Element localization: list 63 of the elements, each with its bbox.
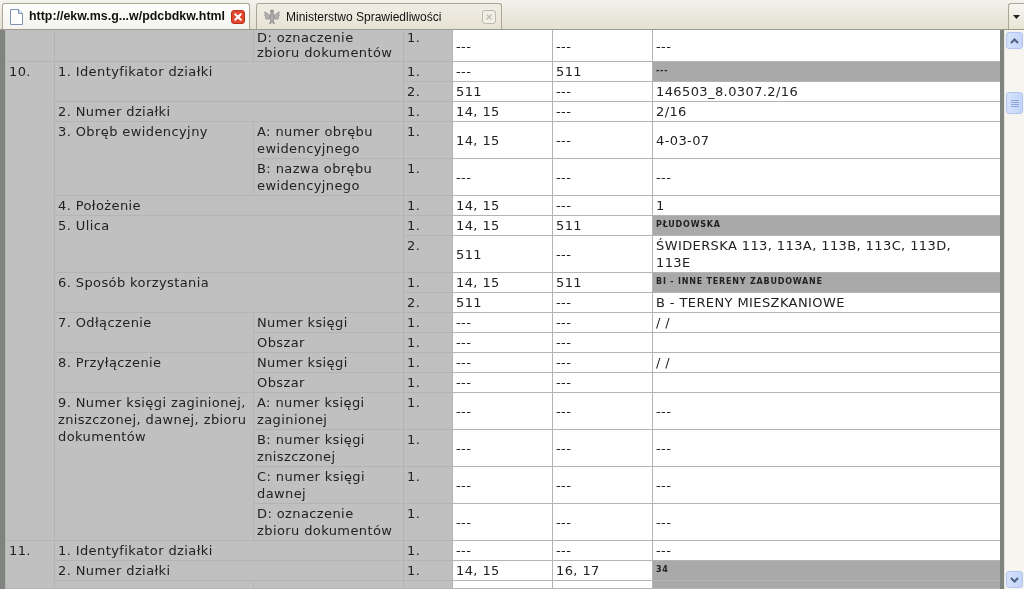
field-label: 8. Przyłączenie	[54, 352, 254, 393]
grip-icon	[1010, 99, 1019, 107]
table-cell: ---	[452, 466, 553, 504]
table-cell: ---	[652, 392, 1000, 430]
table-cell: ŚWIDERSKA 113, 113A, 113B, 113C, 113D, 113E	[652, 235, 1000, 273]
chevron-down-icon	[1010, 576, 1019, 583]
entry-number: 1.	[403, 466, 453, 504]
subfield-label: B: numer księgi zniszczonej	[253, 429, 404, 467]
entry-number: 1.	[403, 503, 453, 541]
table-cell: ---	[652, 30, 1000, 62]
entry-number: 1.	[403, 158, 453, 196]
table-cell: ---	[452, 503, 553, 541]
field-label: 9. Numer księgi zaginionej, zniszczonej, dawnej, zbioru dokumentów	[54, 392, 254, 541]
field-label: 7. Odłączenie	[54, 312, 254, 353]
subfield-label: D: oznaczenie zbioru dokumentów	[253, 503, 404, 541]
entry-number: 1.	[403, 121, 453, 159]
table-cell: ---	[652, 429, 1000, 467]
table-cell: / /	[652, 352, 1000, 373]
table-cell: ---	[452, 429, 553, 467]
table-cell: ---	[452, 158, 553, 196]
vertical-scrollbar[interactable]	[1004, 30, 1024, 589]
table-cell: ---	[552, 158, 653, 196]
page-icon	[10, 8, 23, 25]
scroll-down-button[interactable]	[1006, 571, 1023, 588]
browser-tab[interactable]: http://ekw.ms.g...w/pdcbdkw.html	[2, 3, 250, 29]
tab-list-button[interactable]	[1008, 3, 1024, 29]
close-icon[interactable]	[230, 9, 245, 24]
table-cell: ---	[552, 429, 653, 467]
subfield-label: A: numer księgi zaginionej	[253, 392, 404, 430]
browser-tab[interactable]: Ministerstwo Sprawiedliwości	[256, 3, 502, 29]
table-cell: ---	[452, 30, 553, 62]
table-cell: ---	[652, 503, 1000, 541]
caret-icon	[1013, 14, 1020, 19]
table-cell: ---	[552, 235, 653, 273]
table-cell: ---	[652, 466, 1000, 504]
entry-number: 1.	[403, 30, 453, 62]
entry-number: 1.	[403, 429, 453, 467]
table-cell: ---	[452, 392, 553, 430]
subfield-label: B: nazwa obrębu ewidencyjnego	[253, 158, 404, 196]
table-cell: ---	[552, 30, 653, 62]
field-label: 1. Identyfikator działki	[54, 61, 404, 102]
subfield-label: C: numer księgi dawnej	[253, 466, 404, 504]
chevron-up-icon	[1010, 37, 1019, 44]
table-cell: 4-03-07	[652, 121, 1000, 159]
field-label: 5. Ulica	[54, 215, 404, 273]
table-cell: ---	[652, 158, 1000, 196]
entry-number: 2.	[403, 235, 453, 273]
table-cell: ---	[552, 466, 653, 504]
table-cell: ---	[552, 503, 653, 541]
table-cell: ---	[552, 392, 653, 430]
section-number: 11.	[5, 540, 55, 589]
scroll-up-button[interactable]	[1006, 32, 1023, 49]
field-label: 6. Sposób korzystania	[54, 272, 404, 313]
section-number: 10.	[5, 61, 55, 541]
subfield-label: D: oznaczenie zbioru dokumentów	[253, 30, 404, 62]
entry-number: 1.	[403, 392, 453, 430]
scrollbar-thumb[interactable]	[1006, 92, 1023, 114]
subfield-label: A: numer obrębu ewidencyjnego	[253, 121, 404, 159]
table-cell: 511	[452, 235, 553, 273]
eagle-icon	[264, 8, 280, 25]
field-label: 3. Obręb ewidencyjny	[54, 121, 254, 196]
table-cell: 14, 15	[452, 121, 553, 159]
table-cell: ---	[552, 121, 653, 159]
